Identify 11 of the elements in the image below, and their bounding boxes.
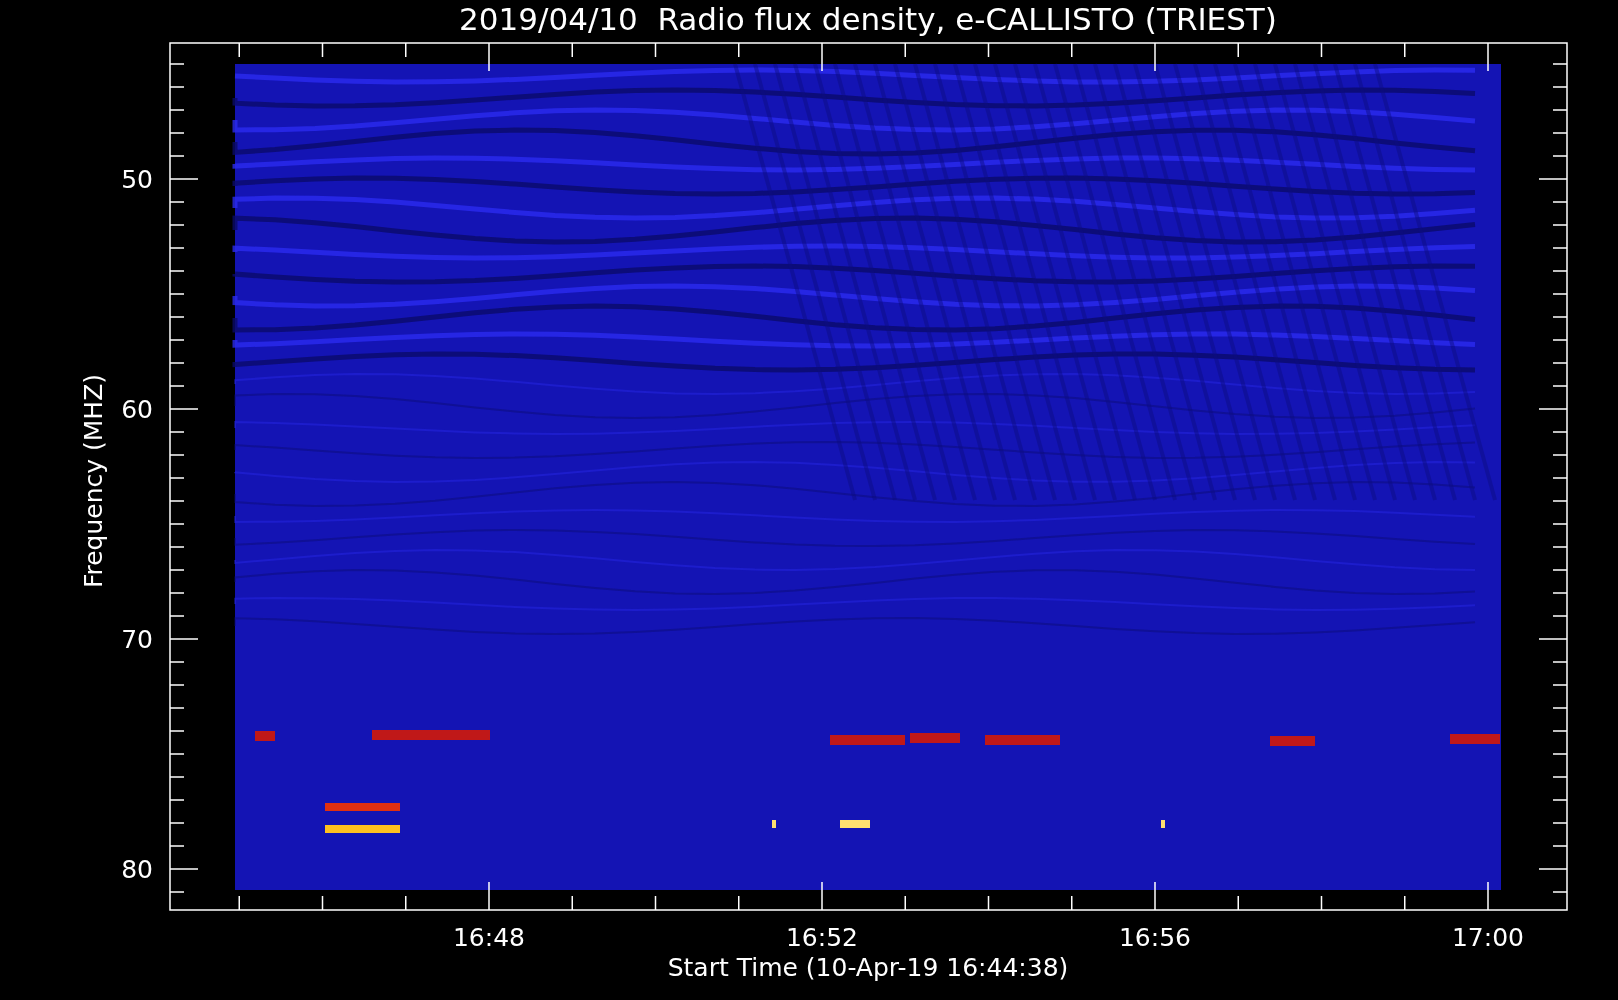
y-tick-label: 70 <box>121 625 153 654</box>
y-tick-label: 60 <box>121 395 153 424</box>
y-tick-label: 50 <box>121 165 153 194</box>
x-tick-label: 16:52 <box>786 923 858 952</box>
x-axis-label: Start Time (10-Apr-19 16:44:38) <box>667 953 1069 982</box>
x-tick-label: 17:00 <box>1452 923 1524 952</box>
y-tick-label: 80 <box>121 855 153 884</box>
y-axis-label: Frequency (MHZ) <box>79 373 108 589</box>
x-tick-label: 16:48 <box>453 923 525 952</box>
x-tick-label: 16:56 <box>1119 923 1191 952</box>
chart-title: 2019/04/10 Radio flux density, e-CALLISTO (TRIEST) <box>459 1 1277 37</box>
